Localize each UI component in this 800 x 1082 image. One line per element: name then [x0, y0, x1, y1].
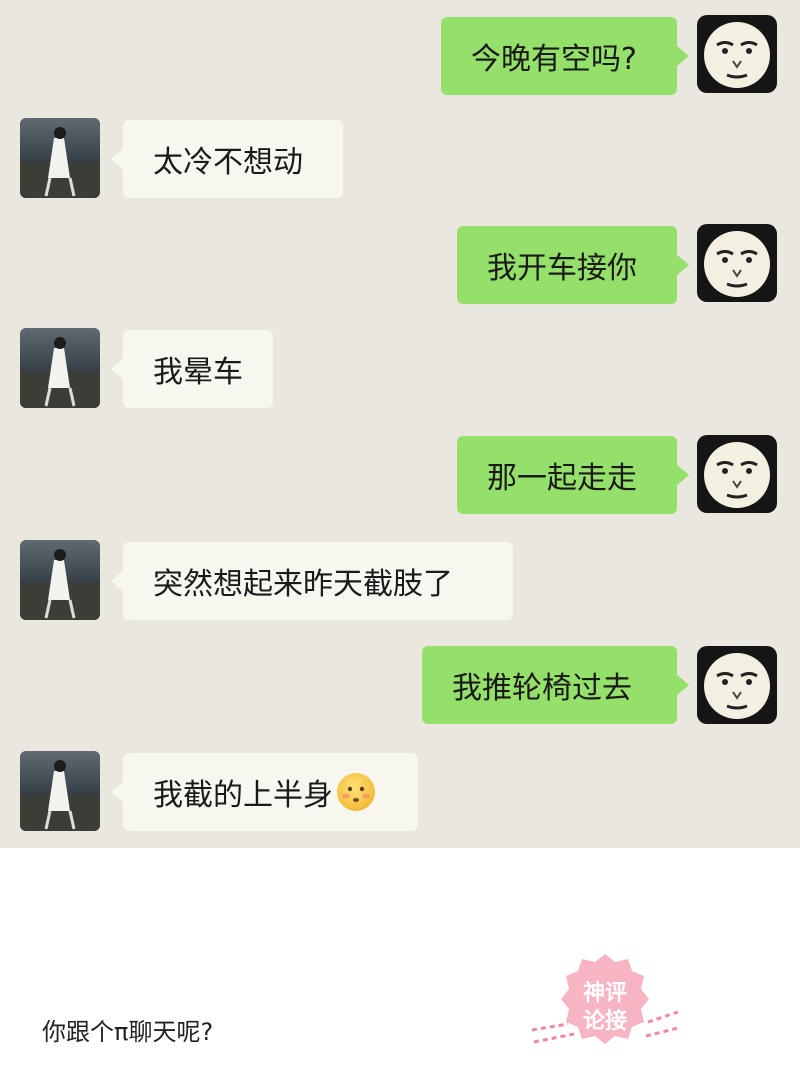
message-text: 突然想起来昨天截肢了: [153, 567, 453, 602]
message-text: 太冷不想动: [153, 145, 303, 180]
received-message-bubble: 突然想起来昨天截肢了: [111, 542, 513, 620]
received-message-bubble: 太冷不想动: [111, 120, 343, 198]
comment-text: 你跟个π聊天呢?: [42, 1018, 214, 1046]
message-text: 我晕车: [153, 355, 243, 390]
received-message-bubble: 我截的上半身: [111, 753, 418, 831]
message-text: 我开车接你: [487, 251, 637, 286]
girl-photo-avatar-icon[interactable]: [20, 118, 100, 198]
sent-message-bubble: 今晚有空吗?: [441, 17, 689, 95]
sent-message-bubble: 那一起走走: [457, 436, 689, 514]
girl-photo-avatar-icon[interactable]: [20, 540, 100, 620]
girl-photo-avatar-icon[interactable]: [20, 328, 100, 408]
meme-face-avatar-icon[interactable]: [697, 646, 777, 724]
message-text: 我截的上半身: [153, 778, 333, 813]
message-text: 今晚有空吗?: [471, 42, 637, 77]
sent-message-bubble: 我开车接你: [457, 226, 689, 304]
watermark-line-1: 神评: [583, 980, 627, 1006]
flushed-face-emoji-icon: [337, 773, 375, 811]
sent-message-bubble: 我推轮椅过去: [422, 646, 689, 724]
chat-screenshot: 今晚有空吗? 太冷不想动 我开车接你 我晕车 那一起走走 突然想起来昨天截肢了 …: [0, 0, 800, 848]
received-message-bubble: 我晕车: [111, 330, 273, 408]
watermark-stamp-icon: 神评 论接: [530, 948, 680, 1060]
meme-face-avatar-icon[interactable]: [697, 224, 777, 302]
message-text: 我推轮椅过去: [452, 671, 632, 706]
meme-face-avatar-icon[interactable]: [697, 15, 777, 93]
message-text: 那一起走走: [487, 461, 637, 496]
watermark-line-2: 论接: [583, 1008, 627, 1034]
girl-photo-avatar-icon[interactable]: [20, 751, 100, 831]
meme-face-avatar-icon[interactable]: [697, 435, 777, 513]
